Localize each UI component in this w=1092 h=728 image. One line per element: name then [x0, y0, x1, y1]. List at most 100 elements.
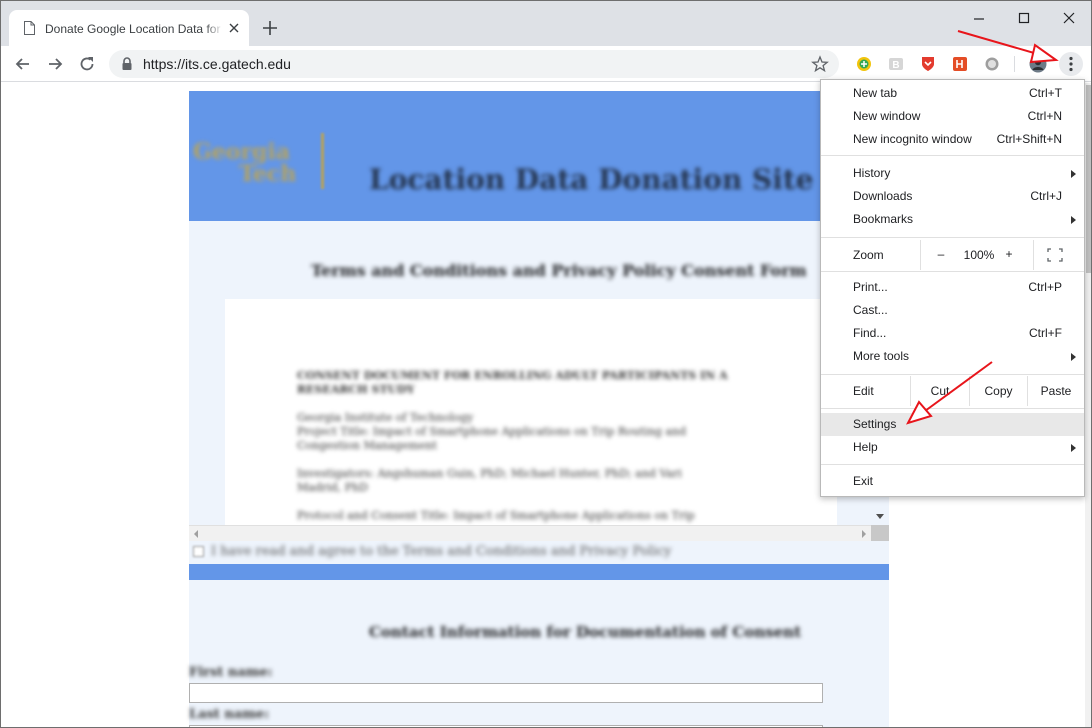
menu-item-help[interactable]: Help [821, 436, 1084, 459]
tab-active[interactable]: Donate Google Location Data for [9, 10, 249, 46]
menu-item-more-tools[interactable]: More tools [821, 345, 1084, 368]
menu-shortcut: Ctrl+P [1028, 280, 1062, 294]
browser-window: Donate Google Location Data for https://… [0, 0, 1092, 728]
new-tab-button[interactable] [260, 18, 280, 38]
profile-avatar-icon[interactable] [1029, 55, 1047, 73]
doc-line: Madrid, PhD [297, 481, 368, 494]
scrollbar-thumb[interactable] [1086, 85, 1091, 273]
forward-arrow-icon[interactable] [45, 54, 65, 74]
menu-item-label: More tools [853, 349, 910, 363]
scroll-right-icon[interactable] [861, 530, 867, 538]
zoom-out-button[interactable]: – [935, 247, 947, 261]
agree-checkbox[interactable] [193, 546, 204, 557]
menu-item-exit[interactable]: Exit [821, 470, 1084, 493]
site-container: Georgia Tech Location Data Donation Site… [189, 91, 889, 727]
zoom-controls: – 100% + [920, 240, 1084, 270]
minimize-icon[interactable] [967, 9, 991, 29]
logo-text-line1: Georgia [193, 139, 291, 165]
tab-strip: Donate Google Location Data for [1, 1, 1091, 46]
menu-item-label: New window [853, 109, 921, 123]
svg-text:B: B [892, 60, 899, 71]
reload-icon[interactable] [77, 54, 97, 74]
scroll-down-icon[interactable] [875, 511, 885, 521]
menu-item-settings[interactable]: Settings [821, 413, 1084, 436]
address-bar[interactable]: https://its.ce.gatech.edu [109, 50, 839, 78]
first-name-field[interactable] [189, 683, 823, 703]
close-tab-icon[interactable] [227, 21, 241, 35]
menu-item-new-window[interactable]: New window Ctrl+N [821, 105, 1084, 128]
extension-gray-circle-icon[interactable] [983, 55, 1001, 73]
site-header: Georgia Tech Location Data Donation Site [189, 91, 819, 221]
section-divider-bar [189, 564, 889, 580]
menu-item-downloads[interactable]: Downloads Ctrl+J [821, 185, 1084, 208]
menu-item-new-tab[interactable]: New tab Ctrl+T [821, 82, 1084, 105]
logo-divider [321, 133, 324, 189]
menu-shortcut: Ctrl+Shift+N [996, 132, 1062, 146]
back-arrow-icon[interactable] [13, 54, 33, 74]
scroll-left-icon[interactable] [193, 530, 199, 538]
doc-line: CONSENT DOCUMENT FOR ENROLLING ADULT PAR… [297, 369, 728, 382]
toolbar-divider [1014, 56, 1015, 72]
submenu-arrow-icon [1071, 353, 1076, 361]
menu-item-find[interactable]: Find... Ctrl+F [821, 322, 1084, 345]
chrome-menu-button[interactable] [1059, 52, 1083, 76]
zoom-level: 100% [963, 248, 995, 262]
menu-item-label: Print... [853, 280, 888, 294]
chrome-main-menu: New tab Ctrl+T New window Ctrl+N New inc… [820, 79, 1085, 497]
menu-separator [821, 237, 1084, 238]
fullscreen-icon[interactable] [1047, 248, 1063, 262]
url-text[interactable]: https://its.ce.gatech.edu [143, 56, 291, 72]
page-vertical-scrollbar[interactable] [1085, 83, 1091, 727]
three-dots-icon [1069, 56, 1073, 72]
bookmark-star-icon[interactable] [811, 55, 829, 73]
menu-separator [821, 374, 1084, 375]
menu-item-label: New incognito window [853, 132, 972, 146]
extension-shield-icon[interactable] [919, 55, 937, 73]
menu-zoom-row: Zoom – 100% + [821, 240, 1084, 270]
menu-item-history[interactable]: History [821, 162, 1084, 185]
menu-item-cast[interactable]: Cast... [821, 299, 1084, 322]
extension-gray-b-icon[interactable]: B [887, 55, 905, 73]
page-icon [24, 21, 35, 35]
menu-item-label: Exit [853, 474, 874, 488]
menu-edit-row: Edit Cut Copy Paste [821, 376, 1084, 406]
consent-document-box[interactable]: CONSENT DOCUMENT FOR ENROLLING ADULT PAR… [225, 299, 837, 525]
menu-item-label: New tab [853, 86, 898, 100]
menu-item-label: Find... [853, 326, 887, 340]
edit-label: Edit [853, 384, 874, 398]
menu-item-bookmarks[interactable]: Bookmarks [821, 208, 1084, 231]
doc-line: Georgia Institute of Technology [297, 411, 474, 424]
menu-separator [821, 408, 1084, 409]
doc-line: Congestion Management [297, 439, 437, 452]
menu-item-print[interactable]: Print... Ctrl+P [821, 276, 1084, 299]
submenu-arrow-icon [1071, 170, 1076, 178]
menu-item-new-incognito-window[interactable]: New incognito window Ctrl+Shift+N [821, 128, 1084, 151]
copy-button[interactable]: Copy [969, 376, 1027, 406]
maximize-icon[interactable] [1012, 9, 1036, 29]
menu-item-label: Help [853, 440, 878, 454]
menu-shortcut: Ctrl+F [1029, 326, 1062, 340]
paste-button[interactable]: Paste [1027, 376, 1084, 406]
menu-item-label: Bookmarks [853, 212, 914, 226]
first-name-label: First name: [189, 665, 273, 680]
zoom-label: Zoom [853, 248, 884, 262]
menu-item-label: Settings [853, 417, 897, 431]
tab-title: Donate Google Location Data for [45, 21, 223, 37]
extension-red-square-icon[interactable] [951, 55, 969, 73]
last-name-label: Last name: [189, 707, 270, 722]
submenu-arrow-icon [1071, 216, 1076, 224]
menu-separator [821, 271, 1084, 272]
lock-icon[interactable] [121, 57, 133, 71]
extension-green-circle-icon[interactable] [855, 55, 873, 73]
doc-line: Project Title: Impact of Smartphone Appl… [297, 425, 687, 438]
menu-shortcut: Ctrl+T [1029, 86, 1062, 100]
consent-heading: Terms and Conditions and Privacy Policy … [311, 261, 807, 280]
logo-text-line2: Tech [239, 161, 297, 187]
menu-item-label: Downloads [853, 189, 913, 203]
menu-shortcut: Ctrl+N [1027, 109, 1062, 123]
zoom-in-button[interactable]: + [1003, 247, 1015, 261]
consent-horizontal-scrollbar[interactable] [189, 525, 871, 541]
cut-button[interactable]: Cut [910, 376, 969, 406]
close-window-icon[interactable] [1057, 9, 1081, 29]
contact-heading: Contact Information for Documentation of… [369, 623, 802, 641]
